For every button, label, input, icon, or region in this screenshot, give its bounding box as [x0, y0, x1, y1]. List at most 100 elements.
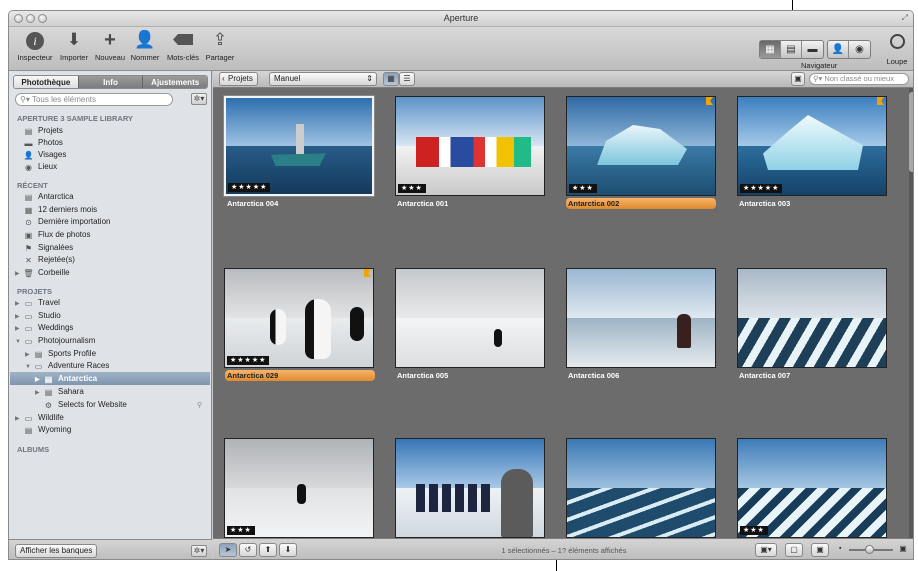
thumbnail[interactable]: ★★★★★ — [224, 96, 374, 196]
sidebar-item-rejected[interactable]: ✕ Rejetée(s) — [23, 254, 75, 266]
grid-view-button[interactable]: ▦ — [383, 72, 399, 86]
thumbnail[interactable]: ★★★ — [566, 96, 716, 196]
scrollbar-thumb[interactable] — [909, 92, 913, 172]
thumbnail-caption: Antarctica 002 — [566, 198, 716, 209]
sidebar-item-wildlife[interactable]: ▶ ▭ Wildlife — [15, 412, 64, 424]
sidebar-item-label: Lieux — [38, 162, 58, 171]
sidebar-item-photos[interactable]: ▬ Photos — [23, 137, 63, 149]
layout-switcher: ▦ ▤ ▬ — [759, 40, 824, 59]
folder-icon: ▭ — [24, 312, 33, 321]
new-button[interactable]: + Nouveau — [93, 29, 127, 62]
sidebar-item-photo-stream[interactable]: ▣ Flux de photos — [23, 229, 91, 241]
fullscreen-icon[interactable]: ⤢ — [902, 13, 908, 23]
places-mode-icon[interactable]: ◉ — [849, 41, 870, 58]
sidebar-item-label: Rejetée(s) — [38, 255, 75, 264]
browser-layout-icon[interactable]: ▦ — [760, 41, 781, 58]
thumbnail[interactable]: ★★★★★ — [224, 268, 374, 368]
sidebar-item-studio[interactable]: ▶ ▭ Studio — [15, 310, 61, 322]
thumbnail[interactable]: ★★★ — [737, 438, 887, 538]
loupe-button[interactable]: Loupe — [882, 33, 912, 66]
disclosure-triangle-icon[interactable]: ▶ — [15, 268, 23, 280]
viewer-layout-icon[interactable]: ▬ — [802, 41, 823, 58]
sidebar-item-antarctica[interactable]: ▶ ▤ Antarctica — [35, 373, 97, 385]
info-overlay-button[interactable]: ▢ — [785, 543, 803, 557]
import-button[interactable]: ⬇ Importer — [56, 29, 92, 62]
thumbnail[interactable]: ★★★ — [224, 438, 374, 538]
thumbnail[interactable] — [566, 268, 716, 368]
tab-info[interactable]: Info — [78, 76, 144, 88]
sidebar-item-faces[interactable]: 👤 Visages — [23, 149, 67, 161]
tab-adjustments[interactable]: Ajustements — [143, 76, 207, 88]
sidebar-item-label: Visages — [38, 150, 67, 159]
thumbnail[interactable]: ★★★★★ — [737, 96, 887, 196]
split-view-icon[interactable]: ▤ — [781, 41, 802, 58]
sidebar-item-selects-for-website[interactable]: ⚙ Selects for Website — [43, 399, 127, 411]
trash-icon: 🗑 — [23, 269, 34, 278]
fullscreen-view-button[interactable]: ▣ — [811, 543, 829, 557]
disclosure-triangle-open-icon[interactable]: ▼ — [15, 336, 23, 348]
project-icon: ▤ — [44, 388, 53, 397]
projects-back-button[interactable]: ‹ Projets — [219, 72, 258, 86]
sidebar-item-label: Selects for Website — [58, 400, 127, 409]
name-faces-button[interactable]: 👤 Nommer — [128, 29, 162, 62]
list-view-button[interactable]: ☰ — [399, 72, 415, 86]
sidebar-item-recent-antarctica[interactable]: ▤ Antarctica — [23, 191, 74, 203]
faces-mode-icon[interactable]: 👤 — [828, 41, 849, 58]
folder-icon: ▭ — [24, 324, 33, 333]
projects-icon: ▤ — [24, 127, 33, 136]
slider-knob[interactable] — [865, 545, 874, 554]
filter-placeholder: Non classé ou mieux — [824, 74, 894, 83]
sidebar-item-weddings[interactable]: ▶ ▭ Weddings — [15, 322, 73, 334]
sidebar-item-places[interactable]: ◉ Lieux — [23, 161, 57, 173]
navigator-label: Navigateur — [801, 61, 838, 70]
share-button[interactable]: ⇪ Partager — [204, 29, 236, 62]
people-group-shape — [416, 484, 491, 512]
library-search-field[interactable]: ⚲▾ Tous les éléments — [15, 93, 173, 106]
thumbnail-caption: Antarctica 001 — [397, 199, 449, 208]
presets-menu-button[interactable]: ▣▾ — [755, 543, 777, 557]
rating-badge: ★★★ — [569, 184, 597, 193]
keywords-button[interactable]: Mots-clés — [163, 29, 203, 62]
thumbnail[interactable] — [395, 438, 545, 538]
search-icon: ⚲▾ — [20, 95, 32, 104]
sidebar-item-last-import[interactable]: ⊙ Dernière importation — [23, 216, 110, 228]
large-thumbnail-icon: ▣ — [899, 544, 907, 553]
browser-scrollbar[interactable] — [909, 88, 913, 538]
sort-popup[interactable]: Manuel ⇕ — [269, 72, 377, 86]
folder-icon: ▭ — [24, 299, 33, 308]
sidebar-action-menu-button[interactable]: ✲▾ — [191, 93, 207, 105]
show-vaults-button[interactable]: Afficher les banques — [15, 544, 98, 558]
sidebar-item-flagged[interactable]: ⚑ Signalées — [23, 242, 73, 254]
thumbnail[interactable]: ★★★ — [395, 96, 545, 196]
sidebar-item-last-12-months[interactable]: ▦ 12 derniers mois — [23, 204, 97, 216]
folder-icon: ▭ — [34, 362, 43, 371]
projects-header: PROJETS — [17, 287, 53, 296]
disclosure-triangle-icon[interactable]: ▶ — [15, 298, 23, 310]
thumbnail[interactable] — [566, 438, 716, 538]
thumbnail[interactable] — [395, 268, 545, 368]
sidebar-item-adventure-races[interactable]: ▼ ▭ Adventure Races — [25, 360, 109, 372]
sidebar-item-sahara[interactable]: ▶ ▤ Sahara — [35, 386, 84, 398]
sidebar-item-wyoming[interactable]: ▤ Wyoming — [23, 424, 72, 436]
disclosure-triangle-icon[interactable]: ▶ — [35, 374, 43, 386]
sidebar-item-projects[interactable]: ▤ Projets — [23, 125, 63, 137]
sidebar-item-sports-profile[interactable]: ▶ ▤ Sports Profile — [25, 348, 96, 360]
filter-hud-button[interactable]: ▣ — [791, 72, 805, 86]
inspector-button[interactable]: i Inspecteur — [15, 29, 55, 62]
tag-icon — [163, 29, 203, 51]
sidebar-item-label: Adventure Races — [48, 361, 110, 370]
disclosure-triangle-icon[interactable]: ▶ — [35, 387, 43, 399]
person-shape — [501, 469, 533, 537]
sidebar-item-photojournalism[interactable]: ▼ ▭ Photojournalism — [15, 335, 95, 347]
tab-library[interactable]: Photothèque — [14, 76, 79, 88]
sidebar-item-travel[interactable]: ▶ ▭ Travel — [15, 297, 60, 309]
thumbnail[interactable] — [737, 268, 887, 368]
sidebar-item-trash[interactable]: ▶ 🗑 Corbeille — [15, 267, 70, 279]
library-header: APERTURE 3 SAMPLE LIBRARY — [17, 114, 133, 123]
disclosure-triangle-icon[interactable]: ▶ — [15, 323, 23, 335]
disclosure-triangle-icon[interactable]: ▶ — [15, 413, 23, 425]
thumbnail-caption: Antarctica 029 — [225, 370, 375, 381]
vault-action-menu-button[interactable]: ✲▾ — [191, 545, 207, 557]
filter-search-field[interactable]: ⚲▾ Non classé ou mieux — [809, 73, 909, 85]
aperture-window: Aperture ⤢ i Inspecteur ⬇ Importer + Nou… — [8, 10, 914, 560]
